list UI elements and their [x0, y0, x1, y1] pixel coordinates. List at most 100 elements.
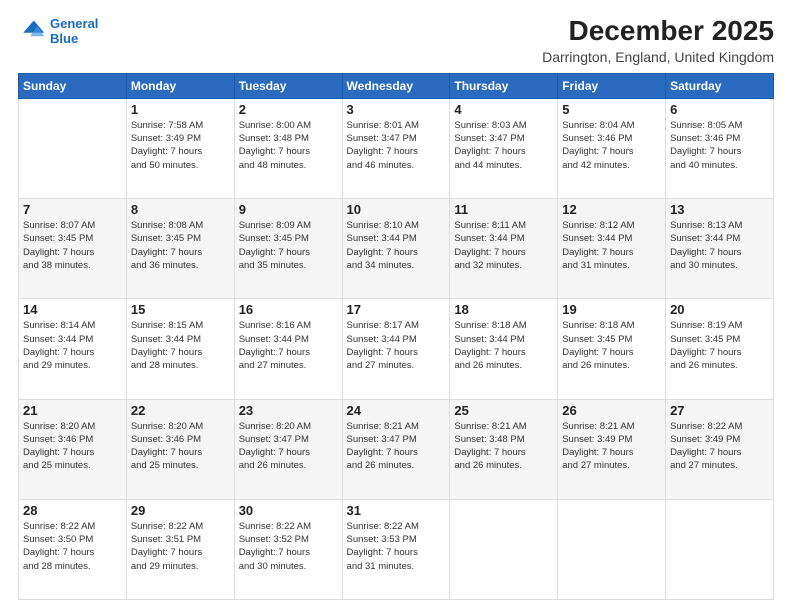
day-detail: Sunrise: 8:04 AM Sunset: 3:46 PM Dayligh…: [562, 119, 661, 172]
calendar-cell: 22 Sunrise: 8:20 AM Sunset: 3:46 PM Dayli…: [126, 399, 234, 499]
calendar-cell: 3 Sunrise: 8:01 AM Sunset: 3:47 PM Daylig…: [342, 98, 450, 198]
day-number: 12: [562, 202, 661, 217]
calendar-cell: 26 Sunrise: 8:21 AM Sunset: 3:49 PM Dayli…: [558, 399, 666, 499]
main-title: December 2025: [542, 16, 774, 47]
calendar-cell: 17 Sunrise: 8:17 AM Sunset: 3:44 PM Dayli…: [342, 299, 450, 399]
calendar-cell: 19Sunrise: 8:18 AM Sunset: 3:45 PM Dayli…: [558, 299, 666, 399]
day-detail: Sunrise: 8:20 AM Sunset: 3:46 PM Dayligh…: [131, 420, 230, 473]
day-number: 13: [670, 202, 769, 217]
day-detail: Sunrise: 8:09 AM Sunset: 3:45 PM Dayligh…: [239, 219, 338, 272]
logo-text: General Blue: [50, 16, 98, 46]
calendar-table: SundayMondayTuesdayWednesdayThursdayFrid…: [18, 73, 774, 600]
calendar-cell: 18 Sunrise: 8:18 AM Sunset: 3:44 PM Dayli…: [450, 299, 558, 399]
calendar-cell: 10 Sunrise: 8:10 AM Sunset: 3:44 PM Dayli…: [342, 199, 450, 299]
day-detail: Sunrise: 8:18 AM Sunset: 3:44 PM Dayligh…: [454, 319, 553, 372]
day-number: 16: [239, 302, 338, 317]
day-detail: Sunrise: 8:05 AM Sunset: 3:46 PM Dayligh…: [670, 119, 769, 172]
day-detail: Sunrise: 8:00 AM Sunset: 3:48 PM Dayligh…: [239, 119, 338, 172]
calendar-cell: 9 Sunrise: 8:09 AM Sunset: 3:45 PM Daylig…: [234, 199, 342, 299]
calendar-day-header: Sunday: [19, 73, 127, 98]
day-detail: Sunrise: 8:22 AM Sunset: 3:51 PM Dayligh…: [131, 520, 230, 573]
calendar-day-header: Thursday: [450, 73, 558, 98]
day-detail: Sunrise: 8:12 AM Sunset: 3:44 PM Dayligh…: [562, 219, 661, 272]
calendar-cell: 15 Sunrise: 8:15 AM Sunset: 3:44 PM Dayli…: [126, 299, 234, 399]
calendar-cell: 21Sunrise: 8:20 AM Sunset: 3:46 PM Dayli…: [19, 399, 127, 499]
day-detail: Sunrise: 8:17 AM Sunset: 3:44 PM Dayligh…: [347, 319, 446, 372]
calendar-week-row: 7 Sunrise: 8:07 AM Sunset: 3:45 PM Daylig…: [19, 199, 774, 299]
day-number: 25: [454, 403, 553, 418]
day-detail: Sunrise: 8:14 AM Sunset: 3:44 PM Dayligh…: [23, 319, 122, 372]
calendar-cell: [450, 499, 558, 599]
calendar-cell: [19, 98, 127, 198]
logo: General Blue: [18, 16, 98, 46]
day-number: 27: [670, 403, 769, 418]
day-number: 18: [454, 302, 553, 317]
calendar-cell: 31 Sunrise: 8:22 AM Sunset: 3:53 PM Dayli…: [342, 499, 450, 599]
day-number: 29: [131, 503, 230, 518]
day-number: 17: [347, 302, 446, 317]
calendar-cell: 25Sunrise: 8:21 AM Sunset: 3:48 PM Dayli…: [450, 399, 558, 499]
calendar-day-header: Wednesday: [342, 73, 450, 98]
day-detail: Sunrise: 8:20 AM Sunset: 3:47 PM Dayligh…: [239, 420, 338, 473]
day-number: 14: [23, 302, 122, 317]
calendar-week-row: 1Sunrise: 7:58 AM Sunset: 3:49 PM Daylig…: [19, 98, 774, 198]
day-detail: Sunrise: 8:08 AM Sunset: 3:45 PM Dayligh…: [131, 219, 230, 272]
day-number: 6: [670, 102, 769, 117]
day-number: 30: [239, 503, 338, 518]
calendar-cell: 16Sunrise: 8:16 AM Sunset: 3:44 PM Dayli…: [234, 299, 342, 399]
day-detail: Sunrise: 8:22 AM Sunset: 3:52 PM Dayligh…: [239, 520, 338, 573]
day-detail: Sunrise: 8:22 AM Sunset: 3:50 PM Dayligh…: [23, 520, 122, 573]
calendar-week-row: 14 Sunrise: 8:14 AM Sunset: 3:44 PM Dayli…: [19, 299, 774, 399]
calendar-cell: 14 Sunrise: 8:14 AM Sunset: 3:44 PM Dayli…: [19, 299, 127, 399]
calendar-cell: 6 Sunrise: 8:05 AM Sunset: 3:46 PM Daylig…: [666, 98, 774, 198]
day-number: 15: [131, 302, 230, 317]
day-number: 24: [347, 403, 446, 418]
calendar-week-row: 28 Sunrise: 8:22 AM Sunset: 3:50 PM Dayli…: [19, 499, 774, 599]
day-detail: Sunrise: 8:10 AM Sunset: 3:44 PM Dayligh…: [347, 219, 446, 272]
day-number: 5: [562, 102, 661, 117]
day-number: 8: [131, 202, 230, 217]
calendar-cell: 29 Sunrise: 8:22 AM Sunset: 3:51 PM Dayli…: [126, 499, 234, 599]
calendar-cell: [666, 499, 774, 599]
calendar-cell: 12 Sunrise: 8:12 AM Sunset: 3:44 PM Dayli…: [558, 199, 666, 299]
day-detail: Sunrise: 8:22 AM Sunset: 3:49 PM Dayligh…: [670, 420, 769, 473]
day-detail: Sunrise: 8:11 AM Sunset: 3:44 PM Dayligh…: [454, 219, 553, 272]
calendar-cell: 8 Sunrise: 8:08 AM Sunset: 3:45 PM Daylig…: [126, 199, 234, 299]
calendar-day-header: Friday: [558, 73, 666, 98]
calendar-cell: 5 Sunrise: 8:04 AM Sunset: 3:46 PM Daylig…: [558, 98, 666, 198]
subtitle: Darrington, England, United Kingdom: [542, 49, 774, 65]
day-number: 10: [347, 202, 446, 217]
calendar-cell: 13Sunrise: 8:13 AM Sunset: 3:44 PM Dayli…: [666, 199, 774, 299]
day-detail: Sunrise: 8:01 AM Sunset: 3:47 PM Dayligh…: [347, 119, 446, 172]
calendar-cell: 30 Sunrise: 8:22 AM Sunset: 3:52 PM Dayli…: [234, 499, 342, 599]
calendar-cell: 24 Sunrise: 8:21 AM Sunset: 3:47 PM Dayli…: [342, 399, 450, 499]
day-number: 23: [239, 403, 338, 418]
day-number: 3: [347, 102, 446, 117]
calendar-cell: 28 Sunrise: 8:22 AM Sunset: 3:50 PM Dayli…: [19, 499, 127, 599]
day-number: 2: [239, 102, 338, 117]
calendar-day-header: Monday: [126, 73, 234, 98]
calendar-day-header: Tuesday: [234, 73, 342, 98]
calendar-header-row: SundayMondayTuesdayWednesdayThursdayFrid…: [19, 73, 774, 98]
calendar-cell: 7 Sunrise: 8:07 AM Sunset: 3:45 PM Daylig…: [19, 199, 127, 299]
day-detail: Sunrise: 8:15 AM Sunset: 3:44 PM Dayligh…: [131, 319, 230, 372]
calendar-cell: 11 Sunrise: 8:11 AM Sunset: 3:44 PM Dayli…: [450, 199, 558, 299]
calendar-cell: 1Sunrise: 7:58 AM Sunset: 3:49 PM Daylig…: [126, 98, 234, 198]
day-number: 22: [131, 403, 230, 418]
day-number: 7: [23, 202, 122, 217]
day-detail: Sunrise: 8:21 AM Sunset: 3:47 PM Dayligh…: [347, 420, 446, 473]
day-number: 31: [347, 503, 446, 518]
day-number: 26: [562, 403, 661, 418]
day-number: 21: [23, 403, 122, 418]
day-detail: Sunrise: 8:21 AM Sunset: 3:49 PM Dayligh…: [562, 420, 661, 473]
calendar-day-header: Saturday: [666, 73, 774, 98]
day-number: 19: [562, 302, 661, 317]
calendar-cell: 27 Sunrise: 8:22 AM Sunset: 3:49 PM Dayli…: [666, 399, 774, 499]
day-number: 11: [454, 202, 553, 217]
logo-icon: [18, 17, 46, 45]
day-detail: Sunrise: 8:03 AM Sunset: 3:47 PM Dayligh…: [454, 119, 553, 172]
day-detail: Sunrise: 8:22 AM Sunset: 3:53 PM Dayligh…: [347, 520, 446, 573]
day-detail: Sunrise: 8:07 AM Sunset: 3:45 PM Dayligh…: [23, 219, 122, 272]
day-number: 9: [239, 202, 338, 217]
day-number: 28: [23, 503, 122, 518]
